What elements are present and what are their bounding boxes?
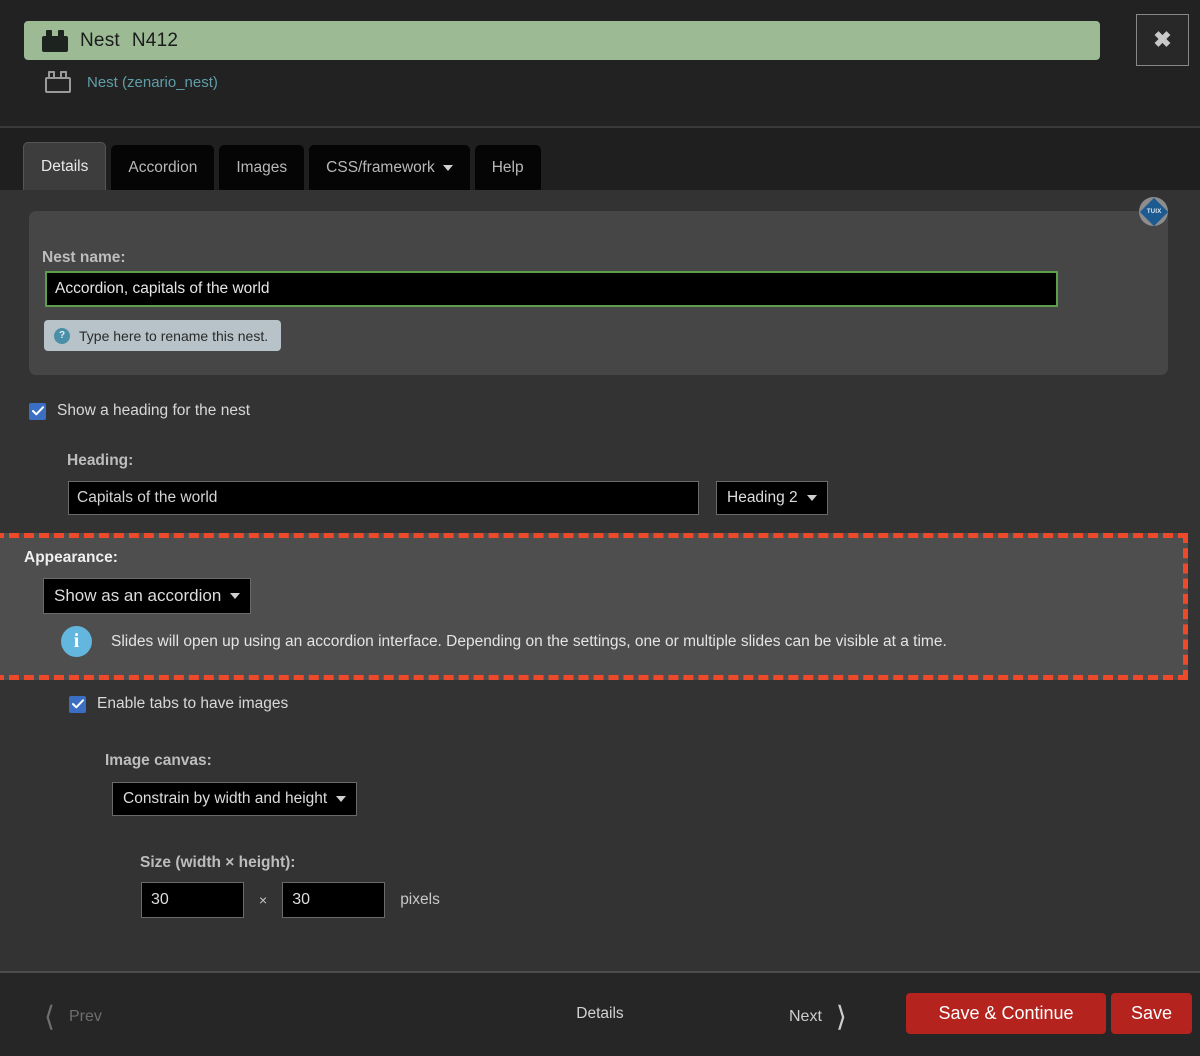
tuix-badge-icon[interactable]: TUIX (1139, 197, 1168, 226)
nest-name-hint: ? Type here to rename this nest. (44, 320, 282, 351)
nest-outline-icon (45, 71, 71, 93)
breadcrumb: Nest (zenario_nest) (45, 71, 218, 93)
size-units-label: pixels (400, 891, 440, 908)
heading-input[interactable] (68, 481, 699, 515)
size-times-symbol: × (259, 892, 268, 908)
chevron-down-icon (806, 495, 817, 501)
tab-content-details: TUIX Nest name: ? Type here to rename th… (0, 190, 1200, 973)
heading-level-value: Heading 2 (727, 489, 798, 506)
tab-accordion[interactable]: Accordion (111, 145, 215, 190)
size-height-input[interactable] (282, 882, 386, 918)
tuix-badge-label: TUIX (1146, 208, 1161, 215)
tab-css-framework[interactable]: CSS/framework (309, 145, 470, 190)
appearance-section-highlight: Appearance: Show as an accordion i Slide… (0, 533, 1188, 680)
tab-label: Images (236, 158, 288, 176)
nest-brick-icon (42, 29, 68, 52)
nest-name-hint-text: Type here to rename this nest. (79, 327, 269, 344)
close-icon: ✖ (1153, 27, 1172, 52)
nest-name-input[interactable] (45, 271, 1058, 307)
save-button[interactable]: Save (1111, 993, 1192, 1034)
breadcrumb-link[interactable]: Nest (zenario_nest) (87, 74, 218, 91)
checkbox-checked-icon (29, 402, 46, 420)
image-canvas-select[interactable]: Constrain by width and height (112, 782, 358, 816)
show-heading-label: Show a heading for the nest (57, 402, 251, 419)
appearance-label: Appearance: (24, 549, 118, 566)
next-button[interactable]: Next ⟩ (789, 1003, 847, 1031)
tab-label: Help (491, 158, 524, 176)
appearance-select[interactable]: Show as an accordion (43, 578, 252, 614)
size-width-input[interactable] (141, 882, 244, 918)
footer-bar: ⟨ Prev Details Next ⟩ Save & Continue Sa… (0, 973, 1200, 1056)
tab-details[interactable]: Details (23, 142, 107, 190)
chevron-down-icon (336, 796, 347, 802)
heading-level-select[interactable]: Heading 2 (716, 481, 828, 515)
tab-bar: Details Accordion Images CSS/framework H… (0, 128, 1200, 190)
image-canvas-label: Image canvas: (105, 752, 212, 769)
checkbox-checked-icon (69, 695, 86, 713)
save-and-continue-button[interactable]: Save & Continue (906, 993, 1106, 1034)
next-label: Next (789, 1008, 822, 1025)
info-icon: i (61, 626, 92, 657)
close-button[interactable]: ✖ (1136, 14, 1189, 66)
tab-label: Accordion (128, 158, 198, 176)
appearance-select-value: Show as an accordion (54, 586, 222, 605)
tab-images[interactable]: Images (219, 145, 305, 190)
page-title: Nest N412 (80, 29, 179, 51)
appearance-info: i Slides will open up using an accordion… (61, 626, 947, 657)
show-heading-checkbox[interactable]: Show a heading for the nest (29, 402, 250, 420)
nest-name-label: Nest name: (42, 249, 126, 266)
image-canvas-value: Constrain by width and height (123, 790, 328, 807)
heading-label: Heading: (67, 452, 134, 469)
window-title-bar: Nest N412 (24, 21, 1100, 60)
chevron-down-icon (442, 164, 453, 171)
size-fields: × pixels (141, 882, 440, 918)
chevron-right-icon: ⟩ (835, 1001, 847, 1032)
tab-label: CSS/framework (326, 158, 435, 176)
tab-label: Details (41, 157, 89, 175)
enable-tab-images-checkbox[interactable]: Enable tabs to have images (69, 695, 288, 713)
tab-help[interactable]: Help (474, 145, 541, 190)
chevron-down-icon (230, 593, 241, 599)
question-icon: ? (54, 327, 70, 344)
nest-name-panel: TUIX Nest name: ? Type here to rename th… (29, 197, 1168, 375)
appearance-info-text: Slides will open up using an accordion i… (111, 632, 947, 650)
enable-tab-images-label: Enable tabs to have images (97, 695, 289, 712)
size-label: Size (width × height): (140, 854, 296, 871)
window-header: Nest N412 ✖ Nest (zenario_nest) (0, 0, 1200, 126)
